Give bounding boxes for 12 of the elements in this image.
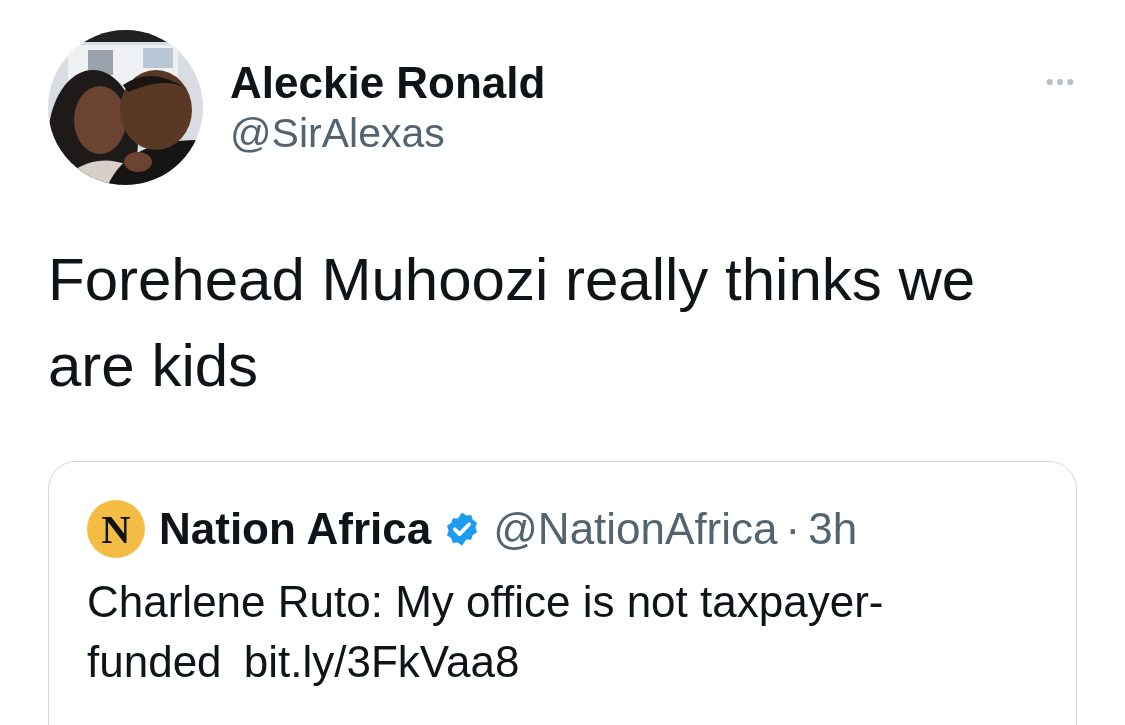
quoted-author-handle: @NationAfrica — [493, 504, 778, 554]
author-handle[interactable]: @SirAlexas — [230, 108, 546, 158]
quoted-tweet-card[interactable]: N Nation Africa @NationAfrica · 3h Charlene Ruto: My office is not taxpayer-funded bit.ly/3FkVaa8 — [48, 461, 1077, 725]
author-name[interactable]: Aleckie Ronald — [230, 58, 546, 108]
tweet-text: Forehead Muhoozi really thinks we are kids — [48, 245, 977, 401]
quoted-author-name: Nation Africa — [159, 504, 432, 554]
timestamp: 3h — [808, 504, 858, 554]
link[interactable]: bit.ly/3FkVaa8 — [243, 637, 520, 686]
separator: · — [785, 504, 801, 554]
logo-icon: N — [87, 500, 145, 558]
quoted-tweet-text: Charlene Ruto: My office is not taxpayer-funded bit.ly/3FkVaa8 — [87, 576, 885, 688]
more-icon[interactable] — [1046, 78, 1074, 86]
